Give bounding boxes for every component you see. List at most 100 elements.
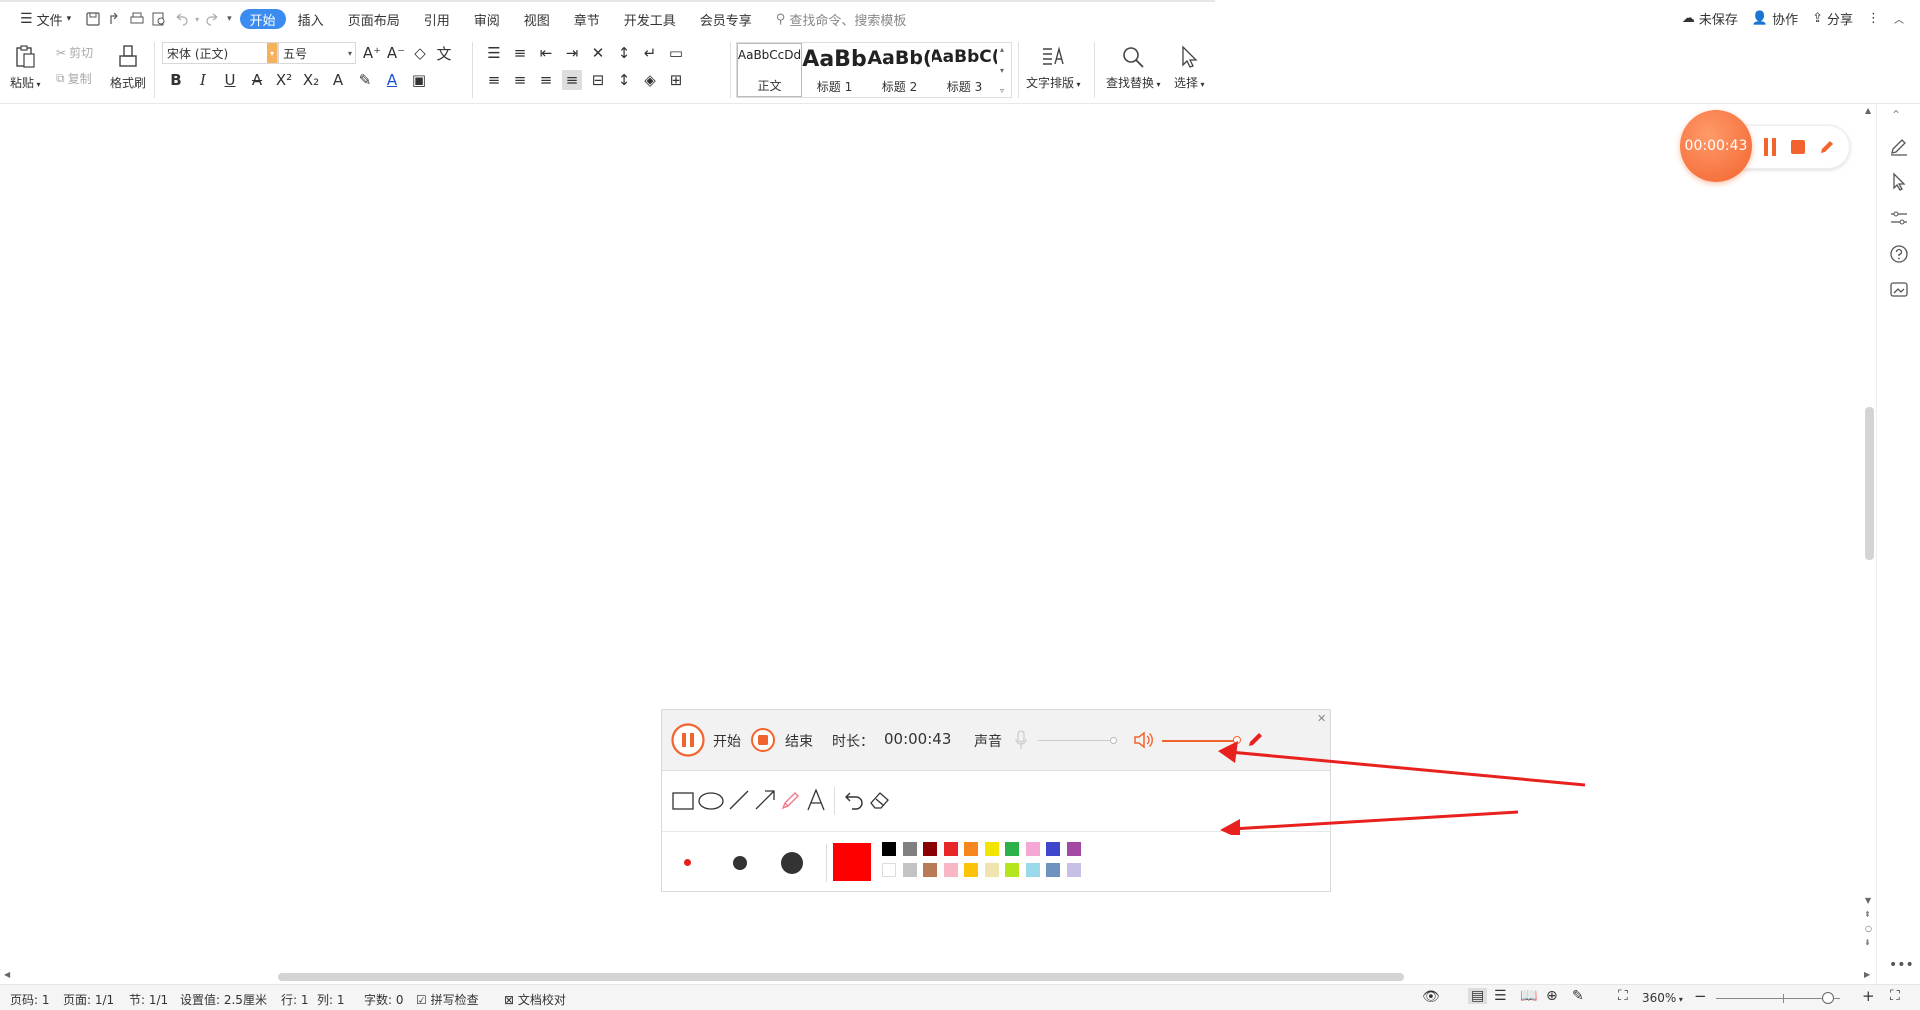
- collab-button[interactable]: 👤 协作: [1752, 9, 1798, 28]
- color-swatch[interactable]: [943, 842, 958, 856]
- status-setting[interactable]: 设置值: 2.5厘米: [180, 991, 267, 1008]
- collapse-ribbon-button[interactable]: ︿: [1894, 11, 1904, 26]
- brush-size-small[interactable]: [684, 859, 691, 866]
- status-section[interactable]: 节: 1/1: [129, 991, 168, 1008]
- speaker-icon[interactable]: [1132, 729, 1154, 751]
- select-browse-icon[interactable]: ○: [1865, 924, 1872, 933]
- pause-icon[interactable]: [1763, 138, 1777, 156]
- horizontal-scrollbar[interactable]: ◀ ▶: [0, 970, 1876, 982]
- select-button[interactable]: 选择 ▾: [1174, 40, 1205, 91]
- copy-button[interactable]: ⧉ 复制: [56, 70, 92, 87]
- redo-icon[interactable]: [205, 11, 221, 27]
- highlighter-tool-icon[interactable]: [780, 789, 802, 811]
- status-word-count[interactable]: 字数: 0: [364, 991, 404, 1008]
- align-left-icon[interactable]: ≡: [484, 70, 504, 90]
- highlight-icon[interactable]: ✎: [355, 70, 375, 90]
- find-replace-button[interactable]: 查找替换 ▾: [1106, 40, 1161, 91]
- font-color-icon[interactable]: A: [382, 70, 402, 90]
- color-swatch[interactable]: [964, 842, 978, 856]
- start-label[interactable]: 开始: [713, 731, 741, 751]
- vertical-scroll-thumb[interactable]: [1865, 407, 1874, 560]
- color-swatch[interactable]: [943, 863, 958, 877]
- image-edit-icon[interactable]: [1889, 280, 1909, 300]
- color-swatch[interactable]: [1025, 863, 1040, 877]
- subscript-icon[interactable]: X₂: [301, 70, 321, 90]
- arrow-tool-icon[interactable]: [754, 789, 776, 811]
- underline-icon[interactable]: U: [220, 70, 240, 90]
- vertical-scrollbar[interactable]: ▲ ▼ ⇞ ○ ⇟: [1862, 104, 1876, 970]
- color-swatch[interactable]: [902, 863, 917, 877]
- select-cursor-icon[interactable]: [1889, 172, 1909, 192]
- clear-format-icon[interactable]: ◇: [410, 43, 430, 63]
- current-color[interactable]: [833, 843, 871, 881]
- tab-references[interactable]: 引用: [412, 7, 462, 31]
- text-effect-icon[interactable]: A: [328, 70, 348, 90]
- print-icon[interactable]: [129, 11, 145, 27]
- scroll-up-icon[interactable]: ▲: [1865, 106, 1871, 115]
- scroll-down-icon[interactable]: ▼: [1865, 896, 1871, 905]
- undo-icon[interactable]: [844, 790, 864, 810]
- edit-icon[interactable]: [1889, 136, 1909, 156]
- command-search[interactable]: ⚲ 查找命令、搜索模板: [776, 10, 907, 29]
- line-spacing-icon[interactable]: ↕: [614, 70, 634, 90]
- phonetic-icon[interactable]: 文: [434, 43, 454, 63]
- outdent-icon[interactable]: ⇤: [536, 43, 556, 63]
- style-normal[interactable]: AaBbCcDd 正文: [737, 43, 802, 97]
- color-swatch[interactable]: [1005, 842, 1019, 856]
- next-page-icon[interactable]: ⇟: [1864, 938, 1871, 947]
- horizontal-scroll-thumb[interactable]: [278, 973, 1404, 981]
- chinese-layout-icon[interactable]: ✕: [588, 43, 608, 63]
- color-swatch[interactable]: [1046, 863, 1060, 877]
- bold-icon[interactable]: B: [166, 70, 186, 90]
- status-page[interactable]: 页面: 1/1: [63, 991, 114, 1008]
- tab-member[interactable]: 会员专享: [688, 7, 764, 31]
- fullscreen-icon[interactable]: ⛶: [1890, 988, 1900, 1004]
- char-border-icon[interactable]: ▣: [409, 70, 429, 90]
- export-icon[interactable]: [107, 11, 123, 27]
- unsaved-button[interactable]: ☁ 未保存: [1682, 9, 1738, 28]
- rectangle-tool-icon[interactable]: [672, 791, 694, 811]
- bullet-list-icon[interactable]: ☰: [484, 43, 504, 63]
- color-swatch[interactable]: [964, 863, 978, 877]
- stop-icon[interactable]: [751, 728, 775, 752]
- status-line[interactable]: 行: 1: [281, 991, 309, 1008]
- eraser-tool-icon[interactable]: [868, 790, 890, 810]
- brush-size-large[interactable]: [781, 852, 803, 874]
- color-swatch[interactable]: [1066, 863, 1081, 877]
- zoom-in-icon[interactable]: +: [1862, 987, 1875, 1005]
- style-heading-3[interactable]: AaBbC( 标题 3: [932, 43, 997, 97]
- borders-icon[interactable]: ⊞: [666, 70, 686, 90]
- fit-page-icon[interactable]: ⛶: [1618, 988, 1628, 1004]
- font-name-select[interactable]: 宋体 (正文) ▾: [162, 42, 278, 64]
- format-painter-button[interactable]: 格式刷: [110, 40, 146, 91]
- status-col[interactable]: 列: 1: [317, 991, 345, 1008]
- settings-sliders-icon[interactable]: [1889, 208, 1909, 228]
- color-swatch[interactable]: [1025, 842, 1040, 856]
- font-size-select[interactable]: 五号 ▾: [278, 42, 356, 64]
- style-heading-1[interactable]: AaBb 标题 1: [802, 43, 867, 97]
- sidebar-collapse-icon[interactable]: ⌃: [1891, 108, 1901, 122]
- color-swatch[interactable]: [882, 842, 896, 856]
- justify-icon[interactable]: ≡: [562, 70, 582, 90]
- sort-icon[interactable]: ↕: [614, 43, 634, 63]
- tab-page-layout[interactable]: 页面布局: [336, 7, 412, 31]
- text-layout-button[interactable]: 文字排版 ▾: [1026, 40, 1081, 91]
- superscript-icon[interactable]: X²: [274, 70, 294, 90]
- tab-review[interactable]: 审阅: [462, 7, 512, 31]
- line-tool-icon[interactable]: [728, 789, 750, 811]
- zoom-slider-handle[interactable]: [1822, 992, 1834, 1004]
- color-swatch[interactable]: [902, 842, 917, 856]
- strikethrough-icon[interactable]: A: [247, 70, 267, 90]
- prev-page-icon[interactable]: ⇞: [1864, 910, 1871, 919]
- show-marks-icon[interactable]: ↵: [640, 43, 660, 63]
- tab-view[interactable]: 视图: [512, 7, 562, 31]
- zoom-select[interactable]: 360% ▾: [1642, 991, 1683, 1005]
- more-horizontal-icon[interactable]: •••: [1889, 957, 1914, 973]
- spell-check-button[interactable]: ☑ 拼写检查: [416, 991, 479, 1008]
- ellipse-tool-icon[interactable]: [698, 791, 724, 811]
- color-swatch[interactable]: [984, 842, 999, 856]
- undo-dropdown-icon[interactable]: ▾: [195, 15, 199, 24]
- color-swatch[interactable]: [923, 842, 937, 856]
- status-page-code[interactable]: 页码: 1: [10, 991, 50, 1008]
- cut-button[interactable]: ✂ 剪切: [56, 44, 93, 61]
